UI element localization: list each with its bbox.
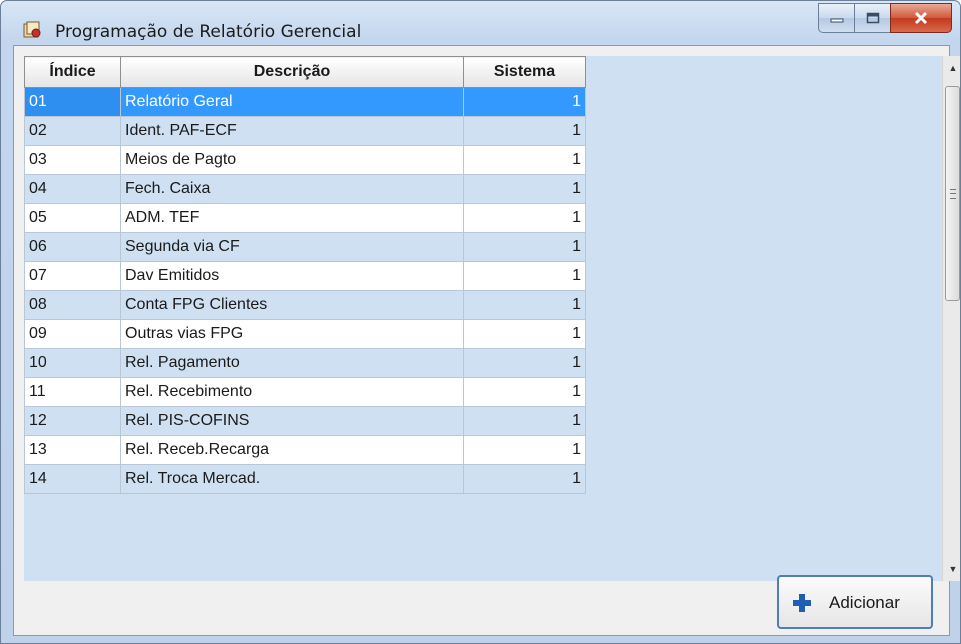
cell-sistema[interactable]: 1 <box>463 174 586 204</box>
report-program-window: Programação de Relatório Gerencial Índic… <box>0 0 961 644</box>
cell-descricao[interactable]: Rel. Troca Mercad. <box>120 464 464 494</box>
cell-indice[interactable]: 09 <box>24 319 121 349</box>
cell-descricao[interactable]: Relatório Geral <box>120 87 464 117</box>
table-row[interactable]: 01 Relatório Geral 1 <box>24 87 586 117</box>
table-row[interactable]: 07 Dav Emitidos 1 <box>24 261 586 291</box>
column-header-descricao[interactable]: Descrição <box>120 56 464 88</box>
close-button[interactable] <box>890 3 952 33</box>
cell-sistema[interactable]: 1 <box>463 261 586 291</box>
cell-sistema[interactable]: 1 <box>463 290 586 320</box>
cell-descricao[interactable]: Ident. PAF-ECF <box>120 116 464 146</box>
cell-sistema[interactable]: 1 <box>463 145 586 175</box>
cell-indice[interactable]: 10 <box>24 348 121 378</box>
cell-descricao[interactable]: Conta FPG Clientes <box>120 290 464 320</box>
maximize-icon <box>866 12 879 24</box>
grid-header-row: Índice Descrição Sistema <box>24 56 586 88</box>
maximize-button[interactable] <box>854 3 890 33</box>
cell-descricao[interactable]: Rel. PIS-COFINS <box>120 406 464 436</box>
plus-icon <box>793 594 811 612</box>
vertical-scrollbar[interactable]: ▲ ▼ <box>942 56 960 581</box>
table-row[interactable]: 02 Ident. PAF-ECF 1 <box>24 116 586 146</box>
cell-descricao[interactable]: Outras vias FPG <box>120 319 464 349</box>
cell-sistema[interactable]: 1 <box>463 464 586 494</box>
report-grid-panel: Índice Descrição Sistema 01 Relatório Ger… <box>24 56 960 581</box>
cell-descricao[interactable]: Dav Emitidos <box>120 261 464 291</box>
cell-indice[interactable]: 01 <box>24 87 121 117</box>
cell-indice[interactable]: 11 <box>24 377 121 407</box>
cell-sistema[interactable]: 1 <box>463 348 586 378</box>
add-button-label: Adicionar <box>829 593 900 612</box>
minimize-icon <box>830 18 843 23</box>
table-row[interactable]: 10 Rel. Pagamento 1 <box>24 348 586 378</box>
table-row[interactable]: 04 Fech. Caixa 1 <box>24 174 586 204</box>
cell-descricao[interactable]: Meios de Pagto <box>120 145 464 175</box>
cell-descricao[interactable]: Rel. Receb.Recarga <box>120 435 464 465</box>
cell-indice[interactable]: 06 <box>24 232 121 262</box>
report-grid[interactable]: Índice Descrição Sistema 01 Relatório Ger… <box>24 56 586 494</box>
cell-sistema[interactable]: 1 <box>463 435 586 465</box>
minimize-button[interactable] <box>818 3 854 33</box>
cell-descricao[interactable]: Rel. Pagamento <box>120 348 464 378</box>
cell-indice[interactable]: 05 <box>24 203 121 233</box>
cell-descricao[interactable]: Segunda via CF <box>120 232 464 262</box>
table-row[interactable]: 06 Segunda via CF 1 <box>24 232 586 262</box>
window-client-area: Índice Descrição Sistema 01 Relatório Ger… <box>13 45 960 636</box>
cell-sistema[interactable]: 1 <box>463 116 586 146</box>
table-row[interactable]: 14 Rel. Troca Mercad. 1 <box>24 464 586 494</box>
close-icon <box>914 11 928 25</box>
cell-descricao[interactable]: ADM. TEF <box>120 203 464 233</box>
cell-indice[interactable]: 04 <box>24 174 121 204</box>
add-button[interactable]: Adicionar <box>777 575 933 629</box>
cell-sistema[interactable]: 1 <box>463 319 586 349</box>
cell-indice[interactable]: 08 <box>24 290 121 320</box>
cell-sistema[interactable]: 1 <box>463 232 586 262</box>
scrollbar-thumb[interactable] <box>945 86 960 301</box>
column-header-sistema[interactable]: Sistema <box>463 56 586 88</box>
cell-sistema[interactable]: 1 <box>463 87 586 117</box>
table-row[interactable]: 11 Rel. Recebimento 1 <box>24 377 586 407</box>
cell-indice[interactable]: 07 <box>24 261 121 291</box>
scroll-up-icon[interactable]: ▲ <box>943 58 960 78</box>
table-row[interactable]: 09 Outras vias FPG 1 <box>24 319 586 349</box>
table-row[interactable]: 05 ADM. TEF 1 <box>24 203 586 233</box>
cell-sistema[interactable]: 1 <box>463 377 586 407</box>
table-row[interactable]: 03 Meios de Pagto 1 <box>24 145 586 175</box>
cell-descricao[interactable]: Fech. Caixa <box>120 174 464 204</box>
cell-indice[interactable]: 03 <box>24 145 121 175</box>
window-title: Programação de Relatório Gerencial <box>55 22 362 42</box>
table-row[interactable]: 12 Rel. PIS-COFINS 1 <box>24 406 586 436</box>
cell-descricao[interactable]: Rel. Recebimento <box>120 377 464 407</box>
cell-indice[interactable]: 14 <box>24 464 121 494</box>
cell-sistema[interactable]: 1 <box>463 406 586 436</box>
report-app-icon <box>23 21 41 38</box>
cell-indice[interactable]: 13 <box>24 435 121 465</box>
column-header-indice[interactable]: Índice <box>24 56 121 88</box>
table-row[interactable]: 08 Conta FPG Clientes 1 <box>24 290 586 320</box>
title-bar[interactable]: Programação de Relatório Gerencial <box>1 1 960 45</box>
cell-indice[interactable]: 02 <box>24 116 121 146</box>
grip-icon <box>950 189 956 199</box>
table-row[interactable]: 13 Rel. Receb.Recarga 1 <box>24 435 586 465</box>
cell-sistema[interactable]: 1 <box>463 203 586 233</box>
scroll-down-icon[interactable]: ▼ <box>943 559 960 579</box>
cell-indice[interactable]: 12 <box>24 406 121 436</box>
